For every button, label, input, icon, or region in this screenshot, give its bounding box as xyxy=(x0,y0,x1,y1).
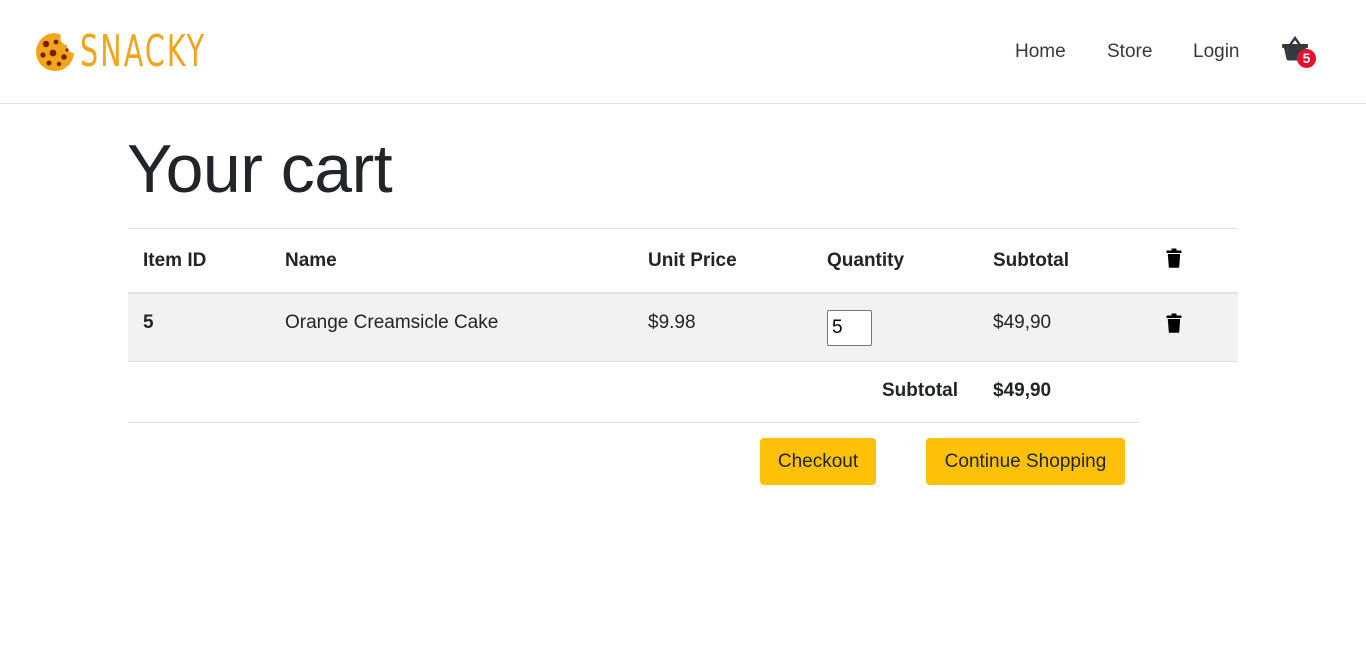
brand-name: SNACKY xyxy=(80,26,207,77)
cell-item-id: 5 xyxy=(143,312,154,333)
cart-button[interactable]: 5 xyxy=(1280,32,1320,72)
navbar: SNACKY Home Store Login 5 xyxy=(0,0,1366,104)
quantity-input[interactable] xyxy=(827,310,872,346)
cart-count-badge: 5 xyxy=(1297,49,1316,68)
page-title: Your cart xyxy=(127,131,393,207)
trash-icon[interactable] xyxy=(1166,313,1182,333)
trash-icon[interactable] xyxy=(1166,248,1182,268)
cell-unit-price: $9.98 xyxy=(648,312,696,333)
header-quantity: Quantity xyxy=(827,250,905,271)
header-item-id: Item ID xyxy=(143,250,207,271)
nav-login[interactable]: Login xyxy=(1193,36,1240,68)
header-subtotal: Subtotal xyxy=(993,250,1069,271)
brand-logo-link[interactable]: SNACKY xyxy=(34,26,255,78)
continue-shopping-button[interactable]: Continue Shopping xyxy=(926,438,1125,485)
cart-subtotal-label: Subtotal xyxy=(882,380,958,401)
cart-subtotal-value: $49,90 xyxy=(993,380,1052,401)
header-unit-price: Unit Price xyxy=(648,250,737,271)
table-total-row xyxy=(128,362,1140,423)
checkout-button[interactable]: Checkout xyxy=(760,438,876,485)
nav-home[interactable]: Home xyxy=(1015,36,1066,68)
cell-subtotal: $49,90 xyxy=(993,312,1052,333)
header-name: Name xyxy=(285,250,337,271)
cell-name: Orange Creamsicle Cake xyxy=(285,312,499,333)
nav-store[interactable]: Store xyxy=(1107,36,1152,68)
cookie-icon xyxy=(36,33,74,71)
